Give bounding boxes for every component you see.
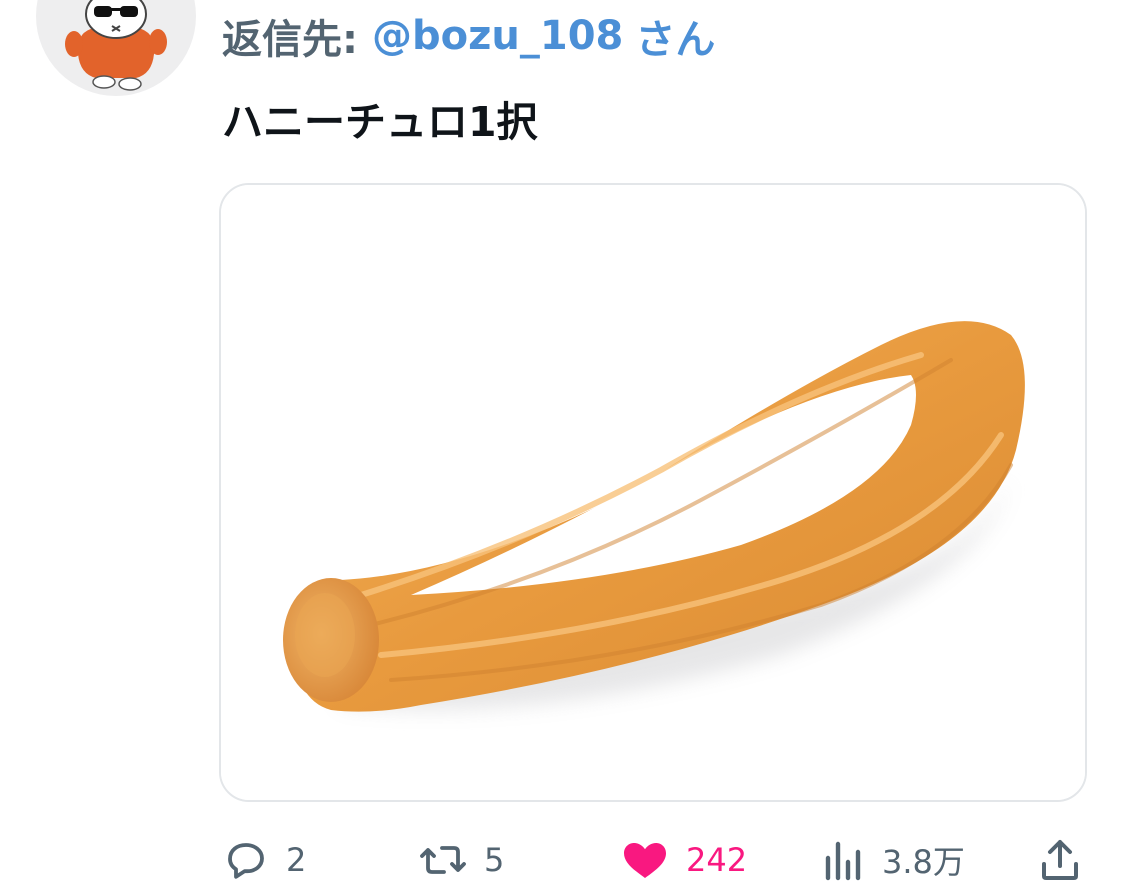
avatar[interactable] [36,0,196,96]
avatar-illustration [65,0,167,91]
churro-photo [221,185,1085,800]
reply-to-line: 返信先: @bozu_108 さん [222,6,715,66]
view-count: 3.8万 [882,843,965,881]
retweet-icon [418,836,468,884]
tweet-text: ハニーチュロ1択 [222,98,538,146]
views-icon [822,836,866,884]
share-icon [1036,836,1084,884]
reply-to-handle-link[interactable]: @bozu_108 [372,13,623,59]
reply-button[interactable]: 2 [222,832,306,888]
reply-count: 2 [286,841,307,879]
tweet-reply-view: 返信先: @bozu_108 さん ハニーチュロ1択 2 5 242 3.8万 [0,0,1124,893]
retweet-count: 5 [484,841,505,879]
reply-to-label: 返信先: [222,17,358,63]
reply-to-honorific: さん [635,17,716,63]
reply-icon [222,836,270,884]
like-button[interactable]: 242 [620,832,747,888]
heart-icon [620,836,670,884]
views-button[interactable]: 3.8万 [822,832,965,888]
share-button[interactable] [1036,832,1084,888]
like-count: 242 [686,841,748,879]
tweet-media-image[interactable] [219,183,1087,802]
retweet-button[interactable]: 5 [418,832,504,888]
